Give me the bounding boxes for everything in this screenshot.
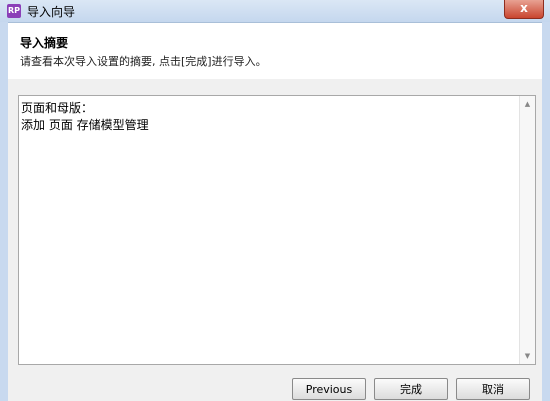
summary-description: 请查看本次导入设置的摘要, 点击[完成]进行导入。	[20, 55, 267, 68]
window-frame-right	[542, 22, 550, 401]
header-panel: 导入摘要 请查看本次导入设置的摘要, 点击[完成]进行导入。	[8, 23, 542, 79]
scroll-down-arrow-icon[interactable]: ▼	[520, 349, 535, 363]
previous-button[interactable]: Previous	[292, 378, 366, 400]
window-frame-left	[0, 22, 8, 401]
summary-text-area[interactable]: 页面和母版： 添加 页面 存储模型管理 ▲ ▼	[18, 95, 536, 365]
scroll-up-arrow-icon[interactable]: ▲	[520, 97, 535, 111]
summary-line: 页面和母版：	[21, 101, 94, 115]
title-bar[interactable]: RP 导入向导 x	[0, 0, 550, 23]
window-title: 导入向导	[27, 5, 76, 19]
vertical-scrollbar[interactable]: ▲ ▼	[519, 96, 535, 364]
summary-line: 添加 页面 存储模型管理	[21, 118, 149, 132]
finish-button[interactable]: 完成	[374, 378, 448, 400]
summary-heading: 导入摘要	[20, 36, 69, 50]
import-wizard-window: RP 导入向导 x 导入摘要 请查看本次导入设置的摘要, 点击[完成]进行导入。…	[0, 0, 550, 401]
app-icon: RP	[7, 4, 21, 18]
cancel-button[interactable]: 取消	[456, 378, 530, 400]
close-button[interactable]: x	[504, 0, 544, 19]
